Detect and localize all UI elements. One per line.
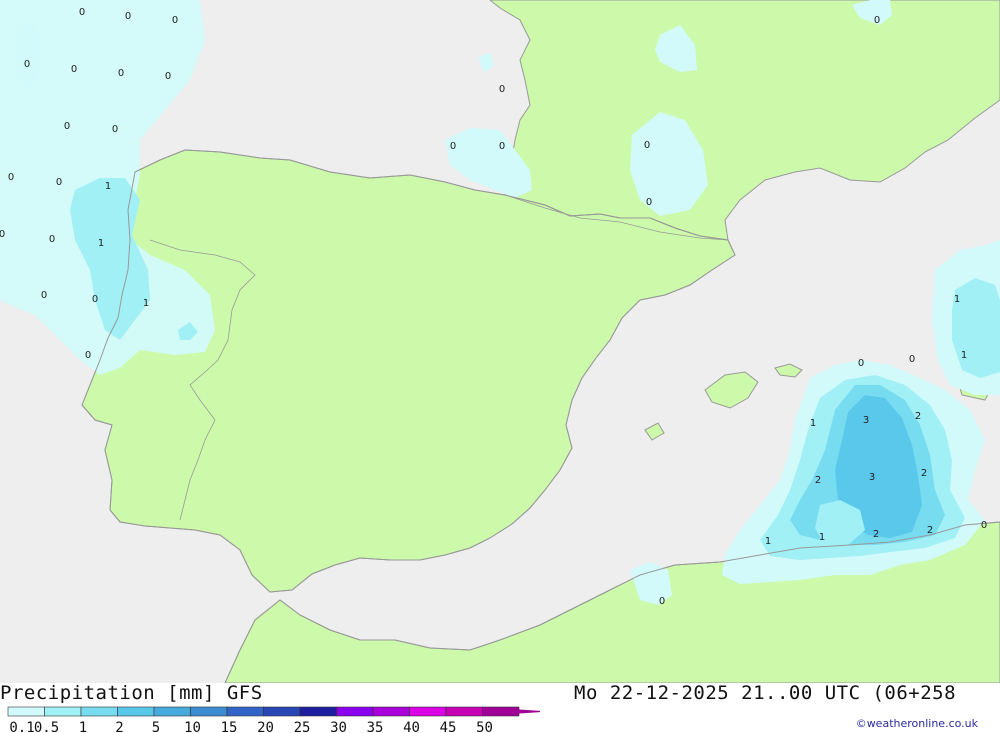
contour-label: 0 [0, 229, 5, 240]
scale-label: 0.1 [9, 720, 34, 733]
scale-label: 45 [440, 720, 457, 733]
scale-label: 50 [476, 720, 493, 733]
contour-label: 0 [24, 59, 30, 70]
contour-label: 0 [125, 11, 131, 22]
scale-label: 0.5 [34, 720, 59, 733]
scale-swatch [7, 706, 45, 717]
precipitation-map: 0 0 0 0 0 0 0 0 0 0 0 0 1 0 1 0 0 1 0 0 0 0 0 0 0 1 1 0 0 1 3 2 2 3 2 1 1 2 2 0… [0, 0, 1000, 683]
contour-label: 0 [499, 84, 505, 95]
contour-label: 0 [499, 141, 505, 152]
contour-label: 0 [8, 172, 14, 183]
scale-label: 40 [403, 720, 420, 733]
contour-label: 0 [874, 15, 880, 26]
contour-label: 0 [92, 294, 98, 305]
contour-label: 0 [118, 68, 124, 79]
contour-label: 1 [143, 298, 149, 309]
scale-label: 15 [221, 720, 238, 733]
contour-label: 0 [165, 71, 171, 82]
scale-swatch [299, 706, 337, 717]
scale-label: 5 [152, 720, 160, 733]
legend-bar: Precipitation [mm] GFS Mo 22-12-2025 21.… [0, 682, 1000, 733]
contour-label: 1 [98, 238, 104, 249]
contour-label: 1 [961, 350, 967, 361]
color-scale: 0.1 0.5 1 2 5 10 15 20 25 30 35 40 45 50 [7, 706, 540, 733]
scale-label: 2 [115, 720, 123, 733]
contour-label: 1 [819, 532, 825, 543]
credit-link[interactable]: ©weatheronline.co.uk [856, 717, 978, 730]
scale-label: 25 [294, 720, 311, 733]
map-title: Precipitation [mm] GFS [0, 682, 263, 704]
scale-swatch [153, 706, 191, 717]
contour-label: 0 [112, 124, 118, 135]
contour-label: 0 [909, 354, 915, 365]
scale-swatch [226, 706, 264, 717]
contour-label: 2 [815, 475, 821, 486]
scale-swatch [44, 706, 82, 717]
contour-label: 3 [863, 415, 869, 426]
scale-label: 35 [367, 720, 384, 733]
contour-label: 2 [873, 529, 879, 540]
scale-label: 20 [257, 720, 274, 733]
forecast-datetime: Mo 22-12-2025 21..00 UTC (06+258 [574, 682, 957, 704]
contour-label: 2 [927, 525, 933, 536]
contour-label: 2 [915, 411, 921, 422]
contour-label: 0 [64, 121, 70, 132]
contour-label: 1 [765, 536, 771, 547]
contour-label: 0 [858, 358, 864, 369]
contour-label: 0 [981, 520, 987, 531]
scale-swatch [372, 706, 410, 717]
scale-label: 10 [184, 720, 201, 733]
contour-label: 0 [646, 197, 652, 208]
scale-swatch [409, 706, 447, 717]
scale-swatch [190, 706, 228, 717]
contour-label: 0 [172, 15, 178, 26]
contour-label: 0 [659, 596, 665, 607]
scale-label: 1 [79, 720, 87, 733]
contour-label: 0 [79, 7, 85, 18]
contour-label: 0 [450, 141, 456, 152]
contour-label: 3 [869, 472, 875, 483]
contour-label: 1 [810, 418, 816, 429]
scale-swatch [445, 706, 483, 717]
contour-label: 0 [41, 290, 47, 301]
scale-swatch [336, 706, 374, 717]
scale-swatch [117, 706, 155, 717]
contour-label: 0 [71, 64, 77, 75]
contour-label: 0 [644, 140, 650, 151]
contour-label: 0 [56, 177, 62, 188]
scale-swatch [80, 706, 118, 717]
contour-label: 0 [85, 350, 91, 361]
contour-label: 1 [105, 181, 111, 192]
contour-label: 2 [921, 468, 927, 479]
scale-swatch [263, 706, 301, 717]
scale-label: 30 [330, 720, 347, 733]
contour-label: 1 [954, 294, 960, 305]
contour-label: 0 [49, 234, 55, 245]
